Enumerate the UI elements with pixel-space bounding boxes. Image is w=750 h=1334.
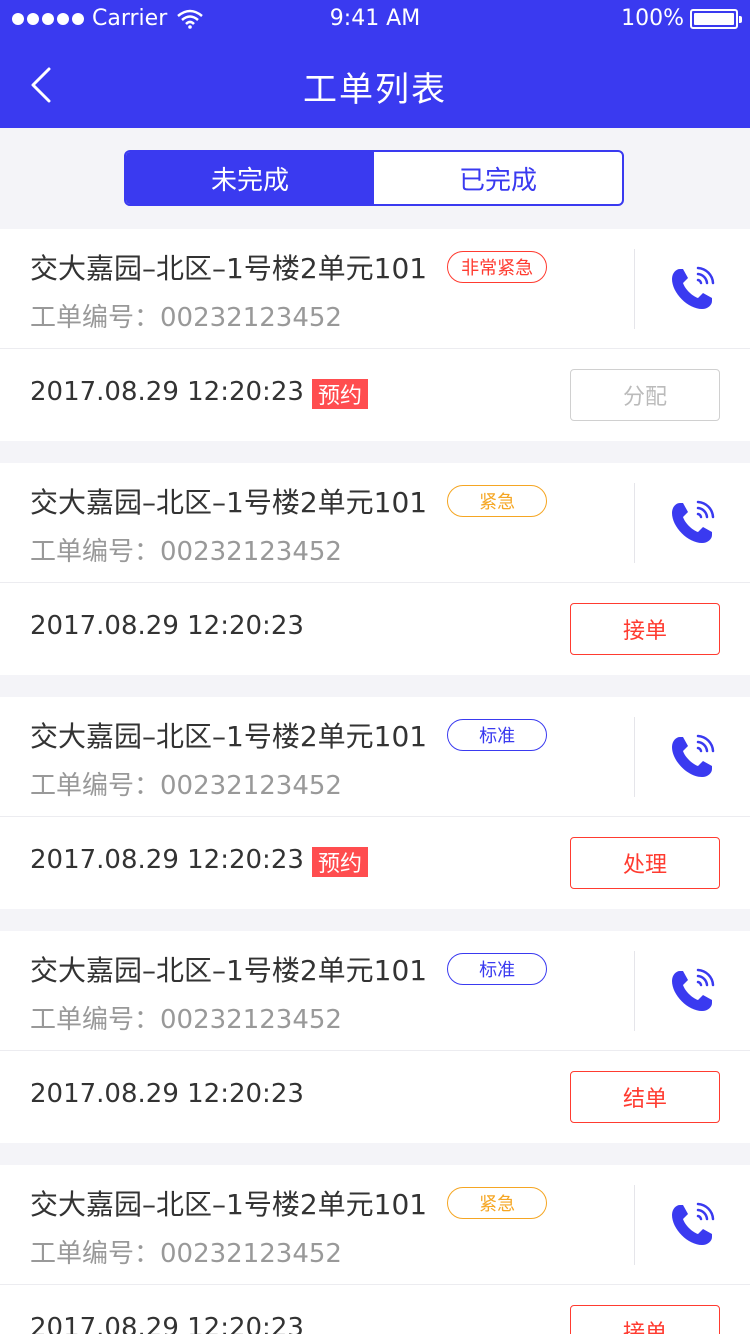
order-card[interactable]: 交大嘉园–北区–1号楼2单元101 紧急 工单编号：00232123452 20… bbox=[0, 1165, 750, 1334]
order-datetime: 2017.08.29 12:20:23 bbox=[30, 845, 304, 875]
order-card-top: 交大嘉园–北区–1号楼2单元101 紧急 工单编号：00232123452 bbox=[0, 1165, 750, 1285]
order-number: 工单编号：00232123452 bbox=[30, 297, 342, 334]
priority-badge: 标准 bbox=[447, 953, 548, 985]
address-row: 交大嘉园–北区–1号楼2单元101 标准 bbox=[30, 715, 548, 755]
order-number-value: 00232123452 bbox=[160, 1239, 342, 1269]
priority-badge: 紧急 bbox=[447, 485, 548, 517]
priority-badge: 标准 bbox=[447, 719, 548, 751]
phone-call-icon[interactable] bbox=[666, 263, 718, 315]
order-card-top: 交大嘉园–北区–1号楼2单元101 非常紧急 工单编号：00232123452 bbox=[0, 229, 750, 349]
phone-call-icon[interactable] bbox=[666, 497, 718, 549]
page-title: 工单列表 bbox=[303, 70, 447, 110]
address-row: 交大嘉园–北区–1号楼2单元101 紧急 bbox=[30, 481, 548, 521]
nav-header: Carrier 9:41 AM 100% 工单列表 bbox=[0, 0, 750, 128]
priority-badge: 非常紧急 bbox=[447, 251, 548, 283]
order-address: 交大嘉园–北区–1号楼2单元101 bbox=[30, 252, 428, 285]
order-number-label: 工单编号： bbox=[30, 771, 161, 801]
order-card-top: 交大嘉园–北区–1号楼2单元101 标准 工单编号：00232123452 bbox=[0, 697, 750, 817]
order-action-button[interactable]: 接单 bbox=[570, 1305, 720, 1334]
order-address: 交大嘉园–北区–1号楼2单元101 bbox=[30, 1188, 428, 1221]
status-bar: Carrier 9:41 AM 100% bbox=[0, 0, 750, 40]
priority-badge: 紧急 bbox=[447, 1187, 548, 1219]
status-right: 100% bbox=[621, 6, 742, 31]
order-action-button[interactable]: 处理 bbox=[570, 837, 720, 889]
order-action-button[interactable]: 分配 bbox=[570, 369, 720, 421]
order-number-value: 00232123452 bbox=[160, 537, 342, 567]
order-action-button[interactable]: 接单 bbox=[570, 603, 720, 655]
status-segmented-control: 未完成 已完成 bbox=[124, 150, 624, 206]
order-datetime: 2017.08.29 12:20:23 bbox=[30, 611, 304, 641]
tab-unfinished[interactable]: 未完成 bbox=[126, 152, 374, 204]
order-number-label: 工单编号： bbox=[30, 303, 161, 333]
tab-finished[interactable]: 已完成 bbox=[374, 152, 622, 204]
order-datetime: 2017.08.29 12:20:23 bbox=[30, 377, 304, 407]
order-datetime: 2017.08.29 12:20:23 bbox=[30, 1313, 304, 1334]
order-card[interactable]: 交大嘉园–北区–1号楼2单元101 标准 工单编号：00232123452 20… bbox=[0, 697, 750, 909]
order-address: 交大嘉园–北区–1号楼2单元101 bbox=[30, 720, 428, 753]
battery-icon bbox=[690, 8, 742, 29]
order-card-bottom: 2017.08.29 12:20:23 预约 分配 bbox=[0, 349, 750, 441]
address-row: 交大嘉园–北区–1号楼2单元101 标准 bbox=[30, 949, 548, 989]
reserve-badge: 预约 bbox=[312, 379, 369, 409]
order-address: 交大嘉园–北区–1号楼2单元101 bbox=[30, 954, 428, 987]
order-card-bottom: 2017.08.29 12:20:23 结单 bbox=[0, 1051, 750, 1143]
vertical-divider bbox=[634, 951, 635, 1031]
order-card[interactable]: 交大嘉园–北区–1号楼2单元101 标准 工单编号：00232123452 20… bbox=[0, 931, 750, 1143]
vertical-divider bbox=[634, 249, 635, 329]
order-number: 工单编号：00232123452 bbox=[30, 1233, 342, 1270]
order-number-label: 工单编号： bbox=[30, 537, 161, 567]
order-address: 交大嘉园–北区–1号楼2单元101 bbox=[30, 486, 428, 519]
order-card-bottom: 2017.08.29 12:20:23 预约 处理 bbox=[0, 817, 750, 909]
vertical-divider bbox=[634, 483, 635, 563]
reserve-badge: 预约 bbox=[312, 847, 369, 877]
vertical-divider bbox=[634, 1185, 635, 1265]
order-card-top: 交大嘉园–北区–1号楼2单元101 标准 工单编号：00232123452 bbox=[0, 931, 750, 1051]
order-card[interactable]: 交大嘉园–北区–1号楼2单元101 紧急 工单编号：00232123452 20… bbox=[0, 463, 750, 675]
order-number-value: 00232123452 bbox=[160, 771, 342, 801]
vertical-divider bbox=[634, 717, 635, 797]
order-number-value: 00232123452 bbox=[160, 303, 342, 333]
order-datetime: 2017.08.29 12:20:23 bbox=[30, 1079, 304, 1109]
phone-call-icon[interactable] bbox=[666, 731, 718, 783]
order-action-button[interactable]: 结单 bbox=[570, 1071, 720, 1123]
order-card-bottom: 2017.08.29 12:20:23 接单 bbox=[0, 1285, 750, 1334]
order-number: 工单编号：00232123452 bbox=[30, 999, 342, 1036]
order-number-value: 00232123452 bbox=[160, 1005, 342, 1035]
order-number-label: 工单编号： bbox=[30, 1005, 161, 1035]
order-card[interactable]: 交大嘉园–北区–1号楼2单元101 非常紧急 工单编号：00232123452 … bbox=[0, 229, 750, 441]
address-row: 交大嘉园–北区–1号楼2单元101 紧急 bbox=[30, 1183, 548, 1223]
order-card-top: 交大嘉园–北区–1号楼2单元101 紧急 工单编号：00232123452 bbox=[0, 463, 750, 583]
order-number: 工单编号：00232123452 bbox=[30, 765, 342, 802]
phone-call-icon[interactable] bbox=[666, 1199, 718, 1251]
order-card-bottom: 2017.08.29 12:20:23 接单 bbox=[0, 583, 750, 675]
order-number: 工单编号：00232123452 bbox=[30, 531, 342, 568]
address-row: 交大嘉园–北区–1号楼2单元101 非常紧急 bbox=[30, 247, 548, 287]
order-number-label: 工单编号： bbox=[30, 1239, 161, 1269]
phone-call-icon[interactable] bbox=[666, 965, 718, 1017]
battery-label: 100% bbox=[621, 6, 684, 31]
